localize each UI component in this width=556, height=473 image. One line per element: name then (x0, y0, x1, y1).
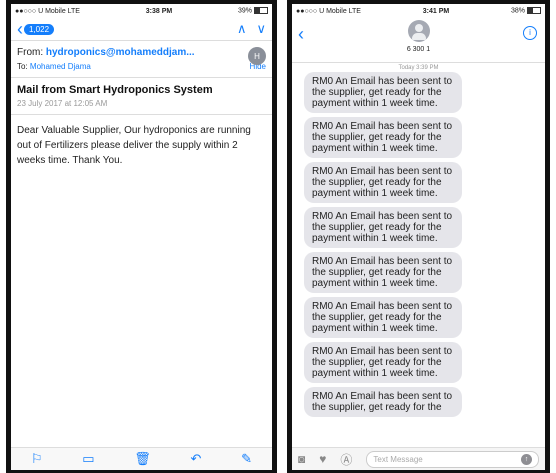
compose-icon[interactable]: ✎ (241, 451, 252, 467)
from-address[interactable]: hydroponics@mohameddjam... (46, 47, 195, 58)
chevron-left-icon: ‹ (17, 19, 23, 39)
clock: 3:41 PM (422, 7, 450, 15)
message-bubble[interactable]: RM0 An Email has been sent to the suppli… (304, 162, 462, 203)
sender-avatar: H (248, 47, 266, 65)
status-bar: ●●○○○ U Mobile LTE 3:38 PM 39% (11, 4, 272, 18)
microphone-icon[interactable]: ↑ (521, 453, 532, 465)
battery-icon (526, 7, 541, 15)
info-icon[interactable]: i (523, 26, 537, 40)
battery-icon (253, 7, 268, 15)
next-message-button[interactable]: ∨ (256, 21, 266, 37)
mail-date: 23 July 2017 at 12:05 AM (17, 99, 108, 108)
battery-indicator: 38% (510, 7, 541, 15)
message-bubble[interactable]: RM0 An Email has been sent to the suppli… (304, 117, 462, 158)
battery-percent: 39% (237, 7, 252, 15)
message-placeholder: Text Message (373, 454, 423, 464)
message-bubble[interactable]: RM0 An Email has been sent to the suppli… (304, 387, 462, 417)
message-bubble[interactable]: RM0 An Email has been sent to the suppli… (304, 207, 462, 248)
back-button[interactable]: ‹ 1,022 (17, 19, 55, 39)
clock: 3:38 PM (145, 7, 173, 15)
to-line: To: Mohamed Djama Hide (17, 62, 266, 71)
digital-touch-icon[interactable]: ♥ (319, 452, 326, 466)
mailbox-count-badge: 1,022 (24, 23, 55, 35)
message-list: RM0 An Email has been sent to the suppli… (292, 72, 545, 417)
battery-percent: 38% (510, 7, 525, 15)
mail-body: Dear Valuable Supplier, Our hydroponics … (17, 125, 251, 166)
to-label: To: (17, 62, 28, 71)
folder-icon[interactable]: ▭ (82, 451, 94, 467)
message-input-bar: ◙ ♥ Ⓐ Text Message ↑ (292, 447, 545, 470)
trash-icon[interactable]: 🗑 (134, 451, 151, 467)
camera-icon[interactable]: ◙ (298, 452, 305, 466)
carrier: ●●○○○ U Mobile LTE (296, 7, 361, 15)
mail-nav-bar: ‹ 1,022 ∧ ∨ (11, 18, 272, 41)
message-bubble[interactable]: RM0 An Email has been sent to the suppli… (304, 252, 462, 293)
reply-icon[interactable]: ↶ (191, 451, 202, 467)
message-bubble[interactable]: RM0 An Email has been sent to the suppli… (304, 342, 462, 383)
flag-icon[interactable]: ⚐ (31, 451, 43, 467)
mail-toolbar: ⚐ ▭ 🗑 ↶ ✎ (11, 447, 272, 470)
app-store-icon[interactable]: Ⓐ (340, 451, 352, 468)
contact-number: 6 300 1 (406, 46, 431, 53)
message-bubble[interactable]: RM0 An Email has been sent to the suppli… (304, 72, 462, 113)
from-label: From: (17, 47, 44, 58)
from-line: From: hydroponics@mohameddjam... (17, 47, 266, 58)
status-bar: ●●○○○ U Mobile LTE 3:41 PM 38% (292, 4, 545, 18)
mail-screen: ●●○○○ U Mobile LTE 3:38 PM 39% ‹ 1,022 ∧… (11, 4, 272, 470)
back-button[interactable]: ‹ (298, 24, 304, 45)
contact-avatar-icon[interactable] (407, 20, 430, 42)
messages-screen: ●●○○○ U Mobile LTE 3:41 PM 38% ‹ 6 300 1… (292, 4, 545, 470)
subject-block: Mail from Smart Hydroponics System 23 Ju… (11, 78, 272, 115)
messages-phone: ●●○○○ U Mobile LTE 3:41 PM 38% ‹ 6 300 1… (287, 0, 550, 473)
conversation-header: ‹ 6 300 1 i (292, 18, 545, 63)
message-bubble[interactable]: RM0 An Email has been sent to the suppli… (304, 297, 462, 338)
carrier: ●●○○○ U Mobile LTE (15, 7, 80, 15)
previous-message-button[interactable]: ∧ (237, 21, 247, 37)
mail-phone: ●●○○○ U Mobile LTE 3:38 PM 39% ‹ 1,022 ∧… (6, 0, 277, 473)
message-input[interactable]: Text Message ↑ (366, 450, 539, 468)
conversation-timestamp: Today 3:39 PM (398, 65, 439, 71)
to-recipient[interactable]: Mohamed Djama (30, 62, 91, 71)
sender-block: From: hydroponics@mohameddjam... To: Moh… (11, 41, 272, 78)
battery-indicator: 39% (237, 7, 268, 15)
mail-subject: Mail from Smart Hydroponics System (17, 84, 213, 96)
